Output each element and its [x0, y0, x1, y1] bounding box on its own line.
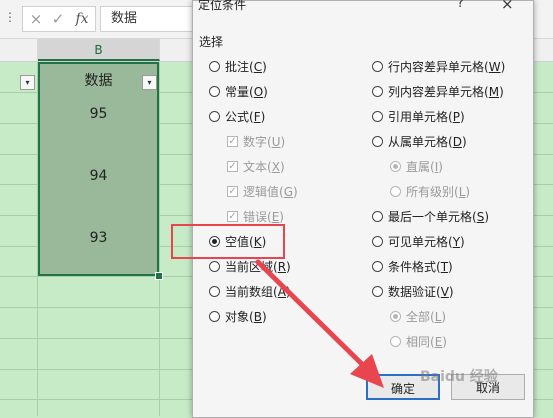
- watermark: Baidu 经验: [420, 369, 498, 385]
- tutorial-arrow: [255, 259, 384, 388]
